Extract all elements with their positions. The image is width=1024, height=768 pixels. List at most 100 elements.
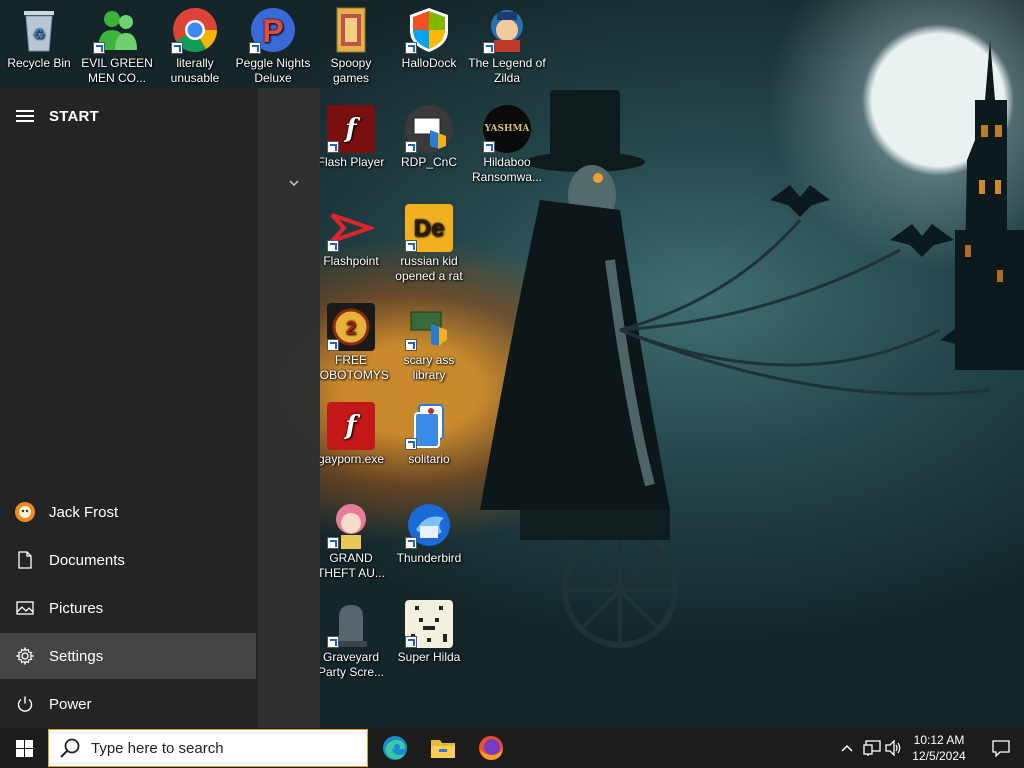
desktop-icon-free-lobotomys[interactable]: 2 FREE LOBOTOMYS [312,303,390,383]
user-avatar [15,502,35,522]
shortcut-arrow-icon [249,42,261,54]
recycle-bin-icon: ♻ [15,6,63,54]
pictures-icon [15,598,35,618]
start-menu-documents[interactable]: Documents [0,537,256,583]
start-menu-item-label: Power [49,695,92,713]
shortcut-arrow-icon [405,240,417,252]
start-menu-item-label: Documents [49,551,125,569]
chevron-down-icon[interactable] [287,176,301,190]
taskbar-firefox-button[interactable] [467,728,515,768]
desktop-icon-thunderbird[interactable]: Thunderbird [390,501,468,566]
network-icon[interactable] [863,740,881,756]
desktop-icon-literally-unusable[interactable]: literally unusable [156,6,234,86]
messenger-buddies-icon [93,6,141,54]
start-menu-user[interactable]: Jack Frost [0,489,256,535]
shortcut-arrow-icon [405,438,417,450]
pixel-character-icon [405,600,453,648]
desktop-icon-graveyard-party[interactable]: Graveyard Party Scre... [312,600,390,680]
windows-shield-icon [405,6,453,54]
windows-logo-icon [15,739,33,757]
desktop-icon-rdp-cnc[interactable]: RDP_CnC [390,105,468,170]
shortcut-arrow-icon [405,636,417,648]
taskbar: 10:12 AM 12/5/2024 [0,728,1024,768]
start-button[interactable] [0,728,48,768]
hamburger-menu-icon[interactable] [16,110,34,122]
flashpoint-icon [327,204,375,252]
start-menu: START Jack Frost Documents Pictures Sett… [0,88,320,728]
anime-character-icon [327,501,375,549]
chevron-up-icon[interactable] [840,741,854,755]
power-icon [15,694,35,714]
desktop-icon-hildaboo-ransomware[interactable]: YASHMA Hildaboo Ransomwa... [468,105,546,185]
ransomware-icon: YASHMA [483,105,531,153]
desktop-icon-hallodock[interactable]: HalloDock [390,6,468,71]
start-menu-title: START [49,107,99,125]
desktop-icon-russian-kid[interactable]: De russian kid opened a rat [390,204,468,284]
gear-icon [15,646,35,666]
start-menu-rail [0,88,258,728]
document-icon [15,550,35,570]
thunderbird-icon [405,501,453,549]
shortcut-arrow-icon [327,240,339,252]
desktop-icon-grand-theft-auto[interactable]: GRAND THEFT AU... [312,501,390,581]
taskbar-search-box[interactable] [48,729,368,767]
game-character-icon [483,6,531,54]
shortcut-arrow-icon [327,339,339,351]
desktop-icon-flash-player[interactable]: f Flash Player [312,105,390,170]
cards-icon [405,402,453,450]
shortcut-arrow-icon [327,636,339,648]
notification-icon [992,740,1010,757]
folder-icon [431,740,455,758]
shortcut-arrow-icon [405,339,417,351]
svg-text:P: P [262,13,283,49]
search-icon [60,738,80,758]
shortcut-arrow-icon [405,42,417,54]
search-input[interactable] [89,738,353,758]
desktop-icon-super-hilda[interactable]: Super Hilda [390,600,468,665]
clock-time: 10:12 AM [913,733,965,747]
desktop-icon-gayporn-exe[interactable]: f gayporn.exe [312,402,390,467]
library-shield-icon [405,303,453,351]
start-menu-pictures[interactable]: Pictures [0,585,256,631]
firefox-icon [479,736,503,760]
desktop-icon-evil-green-men[interactable]: EVIL GREEN MEN CO... [78,6,156,86]
shortcut-arrow-icon [405,141,417,153]
start-menu-item-label: Jack Frost [49,503,119,521]
flash-player-icon: f [327,105,375,153]
clock-date: 12/5/2024 [912,749,966,763]
svg-text:♻: ♻ [33,26,46,42]
taskbar-clock[interactable]: 10:12 AM 12/5/2024 [904,732,974,764]
taskbar-edge-button[interactable] [371,728,419,768]
start-menu-item-label: Pictures [49,599,104,617]
desktop-icon-legend-of-zilda[interactable]: The Legend of Zilda [468,6,546,86]
desktop-icon-spoopy-games[interactable]: Spoopy games [312,6,390,86]
taskbar-file-explorer-button[interactable] [419,728,467,768]
desktop-icon-recycle-bin[interactable]: ♻ Recycle Bin [0,6,78,71]
desktop-icon-peggle-nights[interactable]: P Peggle Nights Deluxe [234,6,312,86]
shortcut-arrow-icon [171,42,183,54]
peggle-icon: P [249,6,297,54]
volume-icon[interactable] [885,740,903,756]
start-menu-header[interactable]: START [0,98,258,134]
start-menu-power[interactable]: Power [0,681,256,727]
shortcut-arrow-icon [483,141,495,153]
rdp-icon [405,105,453,153]
skeleton-rider-illustration [480,90,1004,648]
shortcut-arrow-icon [405,537,417,549]
shortcut-arrow-icon [483,42,495,54]
shortcut-arrow-icon [327,141,339,153]
desktop-icon-solitario[interactable]: solitario [390,402,468,467]
svg-text:2: 2 [346,318,356,338]
flash-player-icon: f [327,402,375,450]
chrome-icon [171,6,219,54]
decompiler-icon: De [405,204,453,252]
start-menu-settings[interactable]: Settings [0,633,256,679]
shortcut-arrow-icon [327,537,339,549]
desktop-icon-flashpoint[interactable]: Flashpoint [312,204,390,269]
gravestone-icon [327,600,375,648]
shortcut-arrow-icon [93,42,105,54]
folder-icon [327,6,375,54]
desktop-icon-scary-ass-library[interactable]: scary ass library [390,303,468,383]
start-menu-item-label: Settings [49,647,104,665]
notification-center-button[interactable] [978,728,1024,768]
